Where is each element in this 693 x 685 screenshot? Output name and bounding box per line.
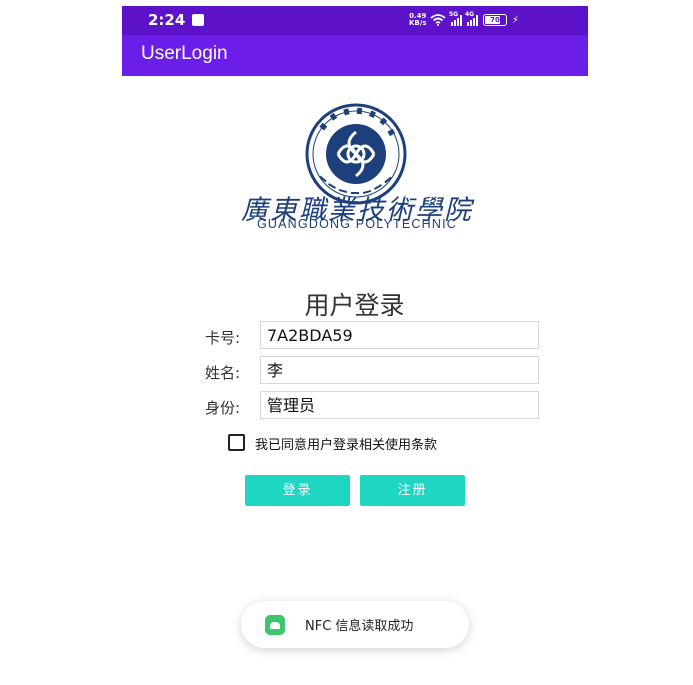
login-button[interactable]: 登录 (245, 475, 350, 506)
signal-5g-icon: 5G (449, 11, 462, 26)
name-field[interactable]: 李 (260, 356, 539, 384)
signal-4g-tag: 4G (465, 10, 475, 18)
status-bar: 2:24 0.49 KB/s 5G 4G 70 ⚡ (122, 6, 588, 35)
signal-4g-icon: 4G (465, 11, 478, 26)
notification-app-icon (192, 14, 204, 26)
page-title: 用户登录 (304, 291, 405, 320)
android-app-icon (265, 615, 285, 635)
terms-checkbox[interactable] (228, 434, 245, 451)
card-number-label: 卡号: (205, 329, 241, 347)
wifi-icon (430, 14, 446, 26)
app-bar: UserLogin (122, 35, 588, 76)
name-label: 姓名: (205, 364, 241, 382)
terms-label[interactable]: 我已同意用户登录相关使用条款 (255, 434, 437, 453)
role-label: 身份: (205, 399, 241, 417)
network-speed-unit: KB/s (409, 19, 427, 27)
role-field[interactable]: 管理员 (260, 391, 539, 419)
status-time: 2:24 (148, 11, 186, 29)
signal-5g-tag: 5G (449, 10, 459, 18)
school-name-en: GUANGDONG POLYTECHNIC (257, 217, 457, 231)
toast-text: NFC 信息读取成功 (305, 619, 414, 634)
app-title: UserLogin (141, 43, 228, 64)
network-speed: 0.49 KB/s (409, 13, 426, 27)
lightning-icon: ⚡ (512, 14, 520, 26)
phone-screen: 2:24 0.49 KB/s 5G 4G 70 ⚡ UserLogin 廣東職業… (122, 6, 588, 685)
battery-level: 70 (490, 16, 500, 24)
card-number-field[interactable]: 7A2BDA59 (260, 321, 539, 349)
battery-icon: 70 (483, 14, 507, 26)
toast-message: NFC 信息读取成功 (241, 601, 469, 648)
status-icons: 5G 4G 70 ⚡ (430, 11, 520, 28)
register-button[interactable]: 注册 (360, 475, 465, 506)
